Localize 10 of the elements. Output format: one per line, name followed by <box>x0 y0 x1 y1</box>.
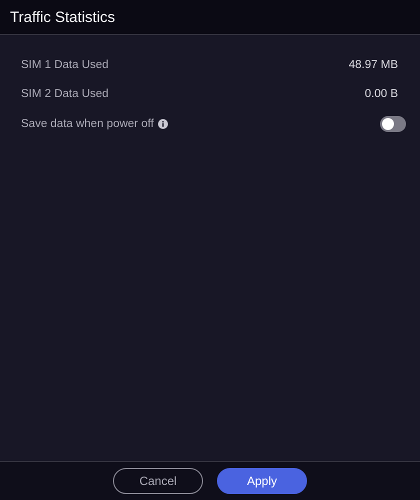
setting-label: SIM 2 Data Used <box>21 88 109 100</box>
data-value: 0.00 B <box>364 88 398 100</box>
apply-button[interactable]: Apply <box>217 468 307 494</box>
window-title: Traffic Statistics <box>10 8 116 26</box>
info-icon[interactable] <box>158 118 168 129</box>
setting-label: Save data when power off <box>21 118 154 130</box>
setting-label: SIM 1 Data Used <box>21 58 109 71</box>
toggle-switch[interactable] <box>380 116 406 132</box>
data-value: 48.97 MB <box>348 58 398 71</box>
cancel-button[interactable]: Cancel <box>113 468 203 494</box>
